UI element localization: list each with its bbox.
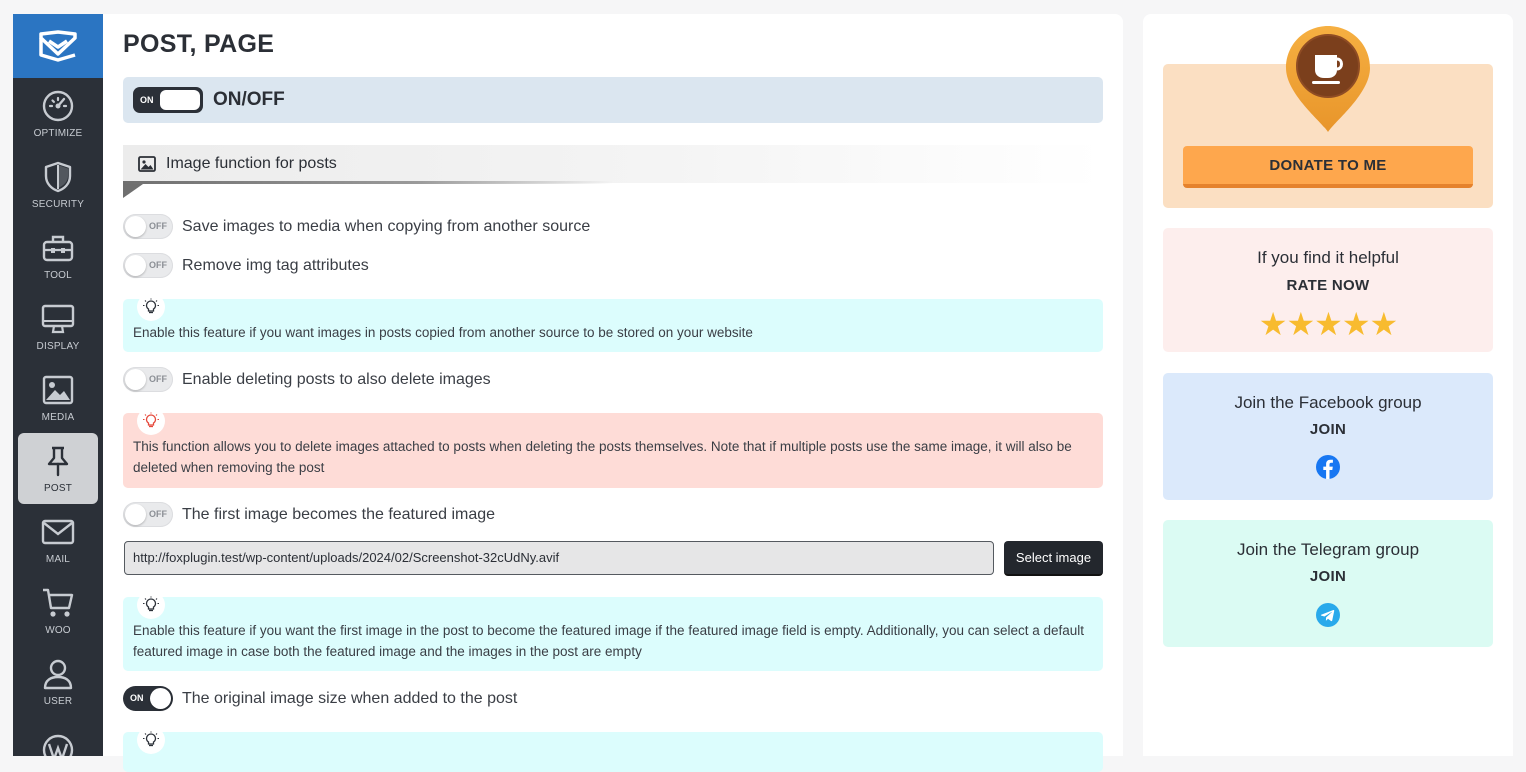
sidebar-item-label: WOO: [45, 624, 71, 636]
sidebar-item-mail[interactable]: MAIL: [13, 504, 103, 575]
sidebar-item-label: DISPLAY: [36, 340, 80, 352]
section-corner: [123, 184, 143, 198]
main-panel: POST, PAGE ON ON/OFF Image function for …: [103, 14, 1123, 772]
sidebar-item-woo[interactable]: WOO: [13, 575, 103, 646]
option-original-size: ON The original image size when added to…: [123, 686, 517, 711]
note-text: Enable this feature if you want images i…: [133, 325, 753, 340]
sidebar-item-media[interactable]: MEDIA: [13, 362, 103, 433]
option-label: Enable deleting posts to also delete ima…: [182, 370, 491, 388]
toggle-state: ON: [140, 95, 154, 105]
option-featured-image: OFF The first image becomes the featured…: [123, 502, 495, 527]
sidebar-item-display[interactable]: DISPLAY: [13, 291, 103, 362]
master-toggle-bar: ON ON/OFF: [123, 77, 1103, 123]
option-label: Save images to media when copying from a…: [182, 217, 591, 235]
toolbox-icon: [42, 235, 74, 261]
rate-title: If you find it helpful: [1257, 248, 1399, 267]
wordpress-icon: [42, 734, 74, 756]
facebook-title: Join the Facebook group: [1234, 393, 1422, 412]
sidebar-item-label: POST: [43, 482, 73, 494]
section-title: Image function for posts: [166, 155, 337, 172]
lightbulb-icon: [137, 591, 165, 619]
rating-stars[interactable]: ★★★★★: [1163, 305, 1493, 343]
donate-button[interactable]: DONATE TO ME: [1183, 146, 1473, 188]
facebook-icon[interactable]: [1316, 455, 1340, 479]
toggle-state: ON: [130, 693, 144, 703]
sidebar-item-label: OPTIMIZE: [33, 127, 83, 139]
speedometer-icon: [42, 90, 74, 121]
toggle-knob: [125, 369, 146, 390]
section-divider: [123, 181, 613, 184]
delete-images-toggle[interactable]: OFF: [123, 367, 173, 392]
info-note: Enable this feature if you want the firs…: [123, 591, 1103, 671]
master-toggle[interactable]: ON: [133, 87, 203, 113]
toggle-knob: [160, 90, 200, 110]
sidebar-item-post[interactable]: POST: [18, 433, 98, 504]
section-header: Image function for posts: [123, 145, 1103, 183]
remove-attrs-toggle[interactable]: OFF: [123, 253, 173, 278]
coffee-cup-icon: [1286, 26, 1370, 132]
lightbulb-icon: [137, 407, 165, 435]
info-note: Enable this feature if you want images i…: [123, 293, 1103, 352]
sidebar-item-label: MAIL: [45, 553, 71, 565]
telegram-join-link[interactable]: JOIN: [1163, 568, 1493, 585]
toggle-knob: [125, 504, 146, 525]
image-icon: [42, 375, 74, 404]
image-icon: [138, 156, 156, 172]
cart-icon: [43, 588, 74, 617]
mail-icon: [41, 519, 75, 544]
toggle-knob: [125, 216, 146, 237]
warning-note: This function allows you to delete image…: [123, 407, 1103, 488]
toggle-knob: [150, 688, 171, 709]
toggle-state: OFF: [149, 260, 167, 270]
option-save-images: OFF Save images to media when copying fr…: [123, 214, 590, 239]
toggle-state: OFF: [149, 221, 167, 231]
sidebar-item-label: SECURITY: [31, 198, 85, 210]
info-note: [123, 726, 1103, 772]
logo-icon: [39, 30, 77, 62]
lightbulb-icon: [137, 293, 165, 321]
page-title: POST, PAGE: [123, 30, 275, 58]
toggle-state: OFF: [149, 374, 167, 384]
sidebar: OPTIMIZE SECURITY TOOL DISPLAY MEDIA POS…: [13, 14, 103, 756]
option-remove-attrs: OFF Remove img tag attributes: [123, 253, 369, 278]
rate-now-link[interactable]: RATE NOW: [1163, 277, 1493, 294]
sidebar-item-wordpress[interactable]: [13, 717, 103, 756]
rate-card: If you find it helpful RATE NOW ★★★★★: [1163, 228, 1493, 352]
featured-image-url-field[interactable]: http://foxplugin.test/wp-content/uploads…: [124, 541, 994, 575]
user-icon: [43, 659, 73, 689]
original-size-toggle[interactable]: ON: [123, 686, 173, 711]
lightbulb-icon: [137, 726, 165, 754]
save-images-toggle[interactable]: OFF: [123, 214, 173, 239]
master-toggle-label: ON/OFF: [213, 89, 285, 110]
toggle-state: OFF: [149, 509, 167, 519]
right-sidebar: DONATE TO ME If you find it helpful RATE…: [1143, 14, 1513, 756]
pin-icon: [47, 446, 69, 476]
monitor-icon: [41, 304, 75, 333]
toggle-knob: [125, 255, 146, 276]
note-text: This function allows you to delete image…: [133, 439, 1072, 475]
sidebar-item-optimize[interactable]: OPTIMIZE: [13, 78, 103, 149]
donate-card: DONATE TO ME: [1163, 26, 1493, 208]
sidebar-item-label: TOOL: [44, 269, 72, 281]
shield-icon: [44, 161, 72, 192]
telegram-card: Join the Telegram group JOIN: [1163, 520, 1493, 647]
sidebar-item-user[interactable]: USER: [13, 646, 103, 717]
telegram-icon[interactable]: [1316, 603, 1340, 627]
facebook-join-link[interactable]: JOIN: [1163, 421, 1493, 438]
option-label: The original image size when added to th…: [182, 689, 518, 707]
facebook-card: Join the Facebook group JOIN: [1163, 373, 1493, 500]
option-delete-images: OFF Enable deleting posts to also delete…: [123, 367, 491, 392]
sidebar-item-tool[interactable]: TOOL: [13, 220, 103, 291]
select-image-button[interactable]: Select image: [1004, 541, 1103, 576]
sidebar-item-security[interactable]: SECURITY: [13, 149, 103, 220]
sidebar-item-label: USER: [43, 695, 73, 707]
option-label: Remove img tag attributes: [182, 256, 369, 274]
option-label: The first image becomes the featured ima…: [182, 505, 496, 523]
telegram-title: Join the Telegram group: [1236, 540, 1420, 559]
logo[interactable]: [13, 14, 103, 78]
sidebar-item-label: MEDIA: [41, 411, 75, 423]
featured-image-toggle[interactable]: OFF: [123, 502, 173, 527]
note-text: Enable this feature if you want the firs…: [133, 623, 1085, 659]
